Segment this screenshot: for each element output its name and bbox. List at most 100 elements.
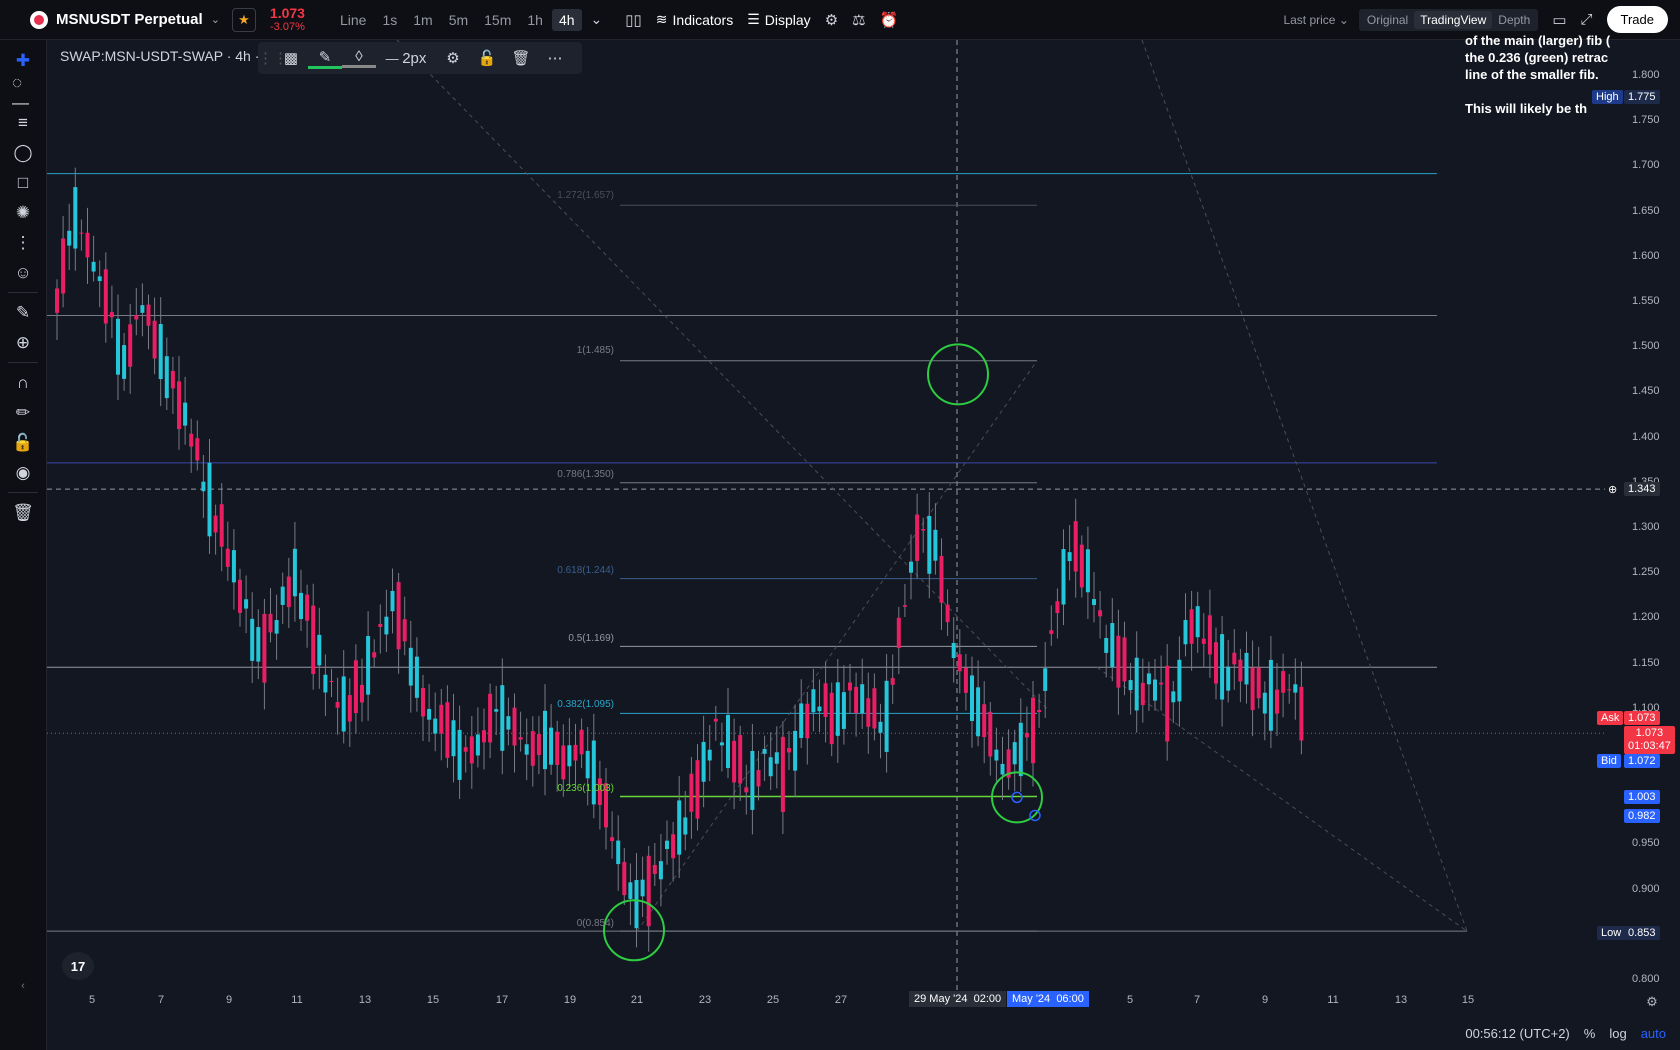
candle-body: [695, 760, 700, 819]
candle-body: [378, 623, 383, 627]
magnet-icon[interactable]: ∩: [12, 372, 34, 394]
symbol-name[interactable]: MSNUSDT Perpetual: [56, 11, 203, 28]
candle-body: [286, 576, 291, 608]
timeframe-line[interactable]: Line: [333, 9, 373, 31]
pattern-icon[interactable]: ✺: [12, 202, 34, 224]
line-color-icon[interactable]: ✎: [308, 48, 342, 69]
candle-body: [585, 750, 590, 779]
clock[interactable]: 00:56:12 (UTC+2): [1465, 1026, 1569, 1041]
low-label: Low: [1597, 926, 1626, 940]
delete-icon[interactable]: 🗑: [504, 49, 538, 67]
crosshair-add-icon[interactable]: ⊕: [1604, 482, 1621, 497]
settings-gear-icon[interactable]: ⚙: [825, 11, 838, 29]
zoom-icon[interactable]: ⊕: [12, 332, 34, 354]
candle-body: [1110, 623, 1115, 668]
fullscreen-icon[interactable]: ⤢: [1581, 11, 1593, 28]
emoji-icon[interactable]: ☺: [12, 262, 34, 284]
trendline-icon[interactable]: ◌—: [12, 73, 34, 112]
candle-body: [1244, 652, 1249, 685]
trade-button[interactable]: Trade: [1606, 6, 1668, 33]
prediction-icon[interactable]: ⋮: [12, 232, 34, 254]
candle-body: [1085, 549, 1090, 593]
candle-body: [469, 736, 474, 764]
star-icon[interactable]: ★: [231, 7, 256, 32]
collapse-sidebar-icon[interactable]: ‹: [12, 975, 34, 997]
log-toggle[interactable]: log: [1609, 1026, 1626, 1041]
chart-area[interactable]: [47, 40, 1605, 1050]
drag-handle-icon[interactable]: ⋮⋮: [258, 49, 288, 67]
candle-body: [463, 747, 468, 752]
timeframe-1h[interactable]: 1h: [520, 9, 550, 31]
compare-scale-icon[interactable]: ⚖: [852, 11, 865, 29]
view-original[interactable]: Original: [1361, 11, 1414, 29]
candle-body: [1262, 692, 1267, 714]
timeframe-15m[interactable]: 15m: [477, 9, 518, 31]
candle-body: [262, 613, 267, 683]
candle-body: [780, 736, 785, 812]
fill-color-icon[interactable]: ◊: [342, 48, 376, 68]
annotation-icon[interactable]: □: [12, 172, 34, 194]
last-price-selector[interactable]: Last price ⌄: [1283, 13, 1348, 27]
timeframe-1s[interactable]: 1s: [375, 9, 404, 31]
unlock-icon[interactable]: 🔓: [470, 49, 504, 67]
candle-body: [719, 742, 724, 746]
candle-body: [726, 715, 730, 769]
template-icon[interactable]: ▩: [274, 49, 308, 67]
candle-body: [506, 716, 511, 730]
candle-body: [353, 660, 358, 714]
brush-circle-icon[interactable]: ◯: [12, 142, 34, 164]
fib-label: 0.618(1.244): [557, 565, 614, 576]
candle-body: [55, 288, 59, 313]
view-depth[interactable]: Depth: [1492, 11, 1536, 29]
candle-body: [543, 710, 547, 770]
window-icon[interactable]: ▭: [1552, 11, 1566, 29]
trash-icon[interactable]: 🗑: [12, 502, 34, 524]
percent-toggle[interactable]: %: [1584, 1026, 1596, 1041]
candle-body: [1159, 682, 1164, 685]
eye-icon[interactable]: ◉: [12, 462, 34, 484]
time-tick: 21: [630, 994, 644, 1006]
candle-body: [311, 605, 316, 674]
candle-body: [268, 613, 273, 633]
candle-body: [994, 749, 999, 761]
view-tradingview[interactable]: TradingView: [1414, 10, 1493, 29]
price-chart-svg[interactable]: [47, 40, 1605, 990]
timeframe-5m[interactable]: 5m: [442, 9, 475, 31]
auto-toggle[interactable]: auto: [1641, 1026, 1666, 1041]
indicators-button[interactable]: ≋ Indicators: [656, 11, 733, 28]
time-axis[interactable]: 1513119753272523211917151311975 29 May '…: [47, 990, 1680, 1012]
ruler-icon[interactable]: ✎: [12, 302, 34, 324]
tradingview-logo[interactable]: 17: [62, 952, 94, 980]
crosshair-icon[interactable]: ✚: [12, 50, 34, 72]
candle-body: [768, 757, 773, 777]
timeframe-4h[interactable]: 4h: [551, 8, 582, 31]
line-width-selector[interactable]: — 2px: [376, 50, 436, 67]
candle-body: [963, 667, 968, 693]
candle-body: [658, 861, 663, 880]
candle-body: [451, 720, 456, 757]
candle-body: [1195, 606, 1200, 638]
display-button[interactable]: ☰ Display: [747, 11, 810, 28]
candle-body: [427, 708, 432, 720]
timeframe-selector: Line 1s 1m 5m 15m 1h 4h ⌄: [333, 8, 611, 31]
more-icon[interactable]: ⋯: [538, 49, 572, 67]
fib-label: 0.382(1.095): [557, 699, 614, 710]
timeframe-dropdown-icon[interactable]: ⌄: [584, 8, 610, 31]
candle-body: [475, 734, 480, 756]
candle-body: [1037, 710, 1042, 713]
alert-icon[interactable]: ⏰: [880, 11, 899, 29]
price-tick: 1.200: [1632, 611, 1660, 624]
timeframe-1m[interactable]: 1m: [406, 9, 439, 31]
price-axis[interactable]: 1.800 1.750 1.700 1.650 1.600 1.550 1.500 1.450…: [1605, 40, 1680, 990]
price-tick: 1.600: [1632, 249, 1660, 262]
horizontal-lines-icon[interactable]: ≡: [12, 112, 34, 134]
candle-type-icon[interactable]: ▯▯: [625, 11, 642, 29]
candle-body: [177, 381, 181, 430]
high-text: High: [1596, 91, 1619, 103]
axis-settings-icon[interactable]: ⚙: [1646, 994, 1658, 1010]
candle-body: [1128, 680, 1133, 691]
drawing-settings-icon[interactable]: ⚙: [436, 49, 470, 67]
lock-icon[interactable]: 🔓: [12, 432, 34, 454]
chevron-down-icon[interactable]: ⌄: [211, 13, 220, 26]
lock-draw-icon[interactable]: ✏: [12, 402, 34, 424]
